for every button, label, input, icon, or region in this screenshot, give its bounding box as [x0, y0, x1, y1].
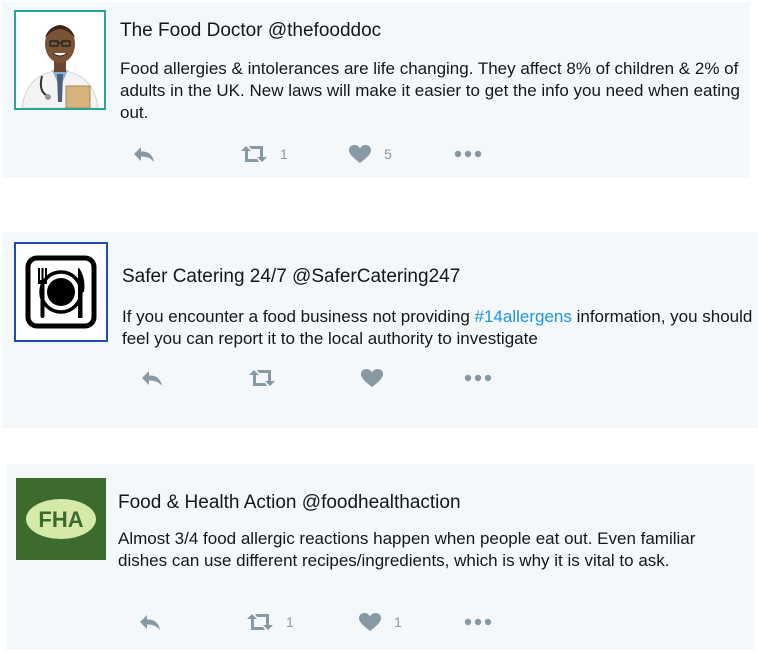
- author-name[interactable]: The Food Doctor: [120, 20, 263, 41]
- tweet-card: Safer Catering 24/7 @SaferCatering247 If…: [2, 232, 758, 428]
- tweet-card: FHA Food & Health Action @foodhealthacti…: [6, 464, 754, 650]
- retweet-button[interactable]: 1: [246, 610, 294, 634]
- author-handle[interactable]: @SaferCatering247: [292, 266, 460, 287]
- heart-icon: [359, 613, 381, 631]
- fha-logo-text: FHA: [38, 507, 83, 532]
- author-handle[interactable]: @foodhealthaction: [302, 492, 461, 513]
- avatar[interactable]: [14, 10, 106, 110]
- retweet-icon: [241, 146, 267, 162]
- doctor-photo-icon: [16, 12, 104, 108]
- retweet-count: 1: [286, 614, 294, 630]
- like-count: 1: [394, 614, 402, 630]
- retweet-button[interactable]: [248, 366, 288, 390]
- avatar[interactable]: [14, 242, 108, 342]
- more-button[interactable]: [464, 610, 492, 634]
- reply-icon: [142, 371, 162, 386]
- like-button[interactable]: 1: [358, 610, 402, 634]
- tweet-text: If you encounter a food business not pro…: [122, 306, 754, 350]
- tweet-text: Food allergies & intolerances are life c…: [120, 59, 740, 122]
- reply-button[interactable]: [132, 142, 156, 166]
- more-button[interactable]: [464, 366, 492, 390]
- tweet-text: Almost 3/4 food allergic reactions happe…: [118, 529, 696, 570]
- retweet-button[interactable]: 1: [240, 142, 288, 166]
- reply-icon: [134, 147, 154, 162]
- more-button[interactable]: [454, 142, 482, 166]
- more-icon: [464, 618, 492, 626]
- heart-icon: [361, 369, 383, 387]
- avatar[interactable]: FHA: [16, 478, 106, 560]
- hashtag-link[interactable]: #14allergens: [475, 307, 572, 326]
- author-name[interactable]: Food & Health Action: [118, 492, 297, 513]
- plate-cutlery-icon: [25, 255, 97, 329]
- tweet-header[interactable]: Food & Health Action @foodhealthaction: [118, 492, 461, 514]
- retweet-count: 1: [280, 146, 288, 162]
- author-name[interactable]: Safer Catering 24/7: [122, 266, 287, 287]
- tweet-text-part: If you encounter a food business not pro…: [122, 307, 475, 326]
- more-icon: [464, 374, 492, 382]
- tweet-header[interactable]: The Food Doctor @thefooddoc: [120, 20, 381, 42]
- more-icon: [454, 150, 482, 158]
- reply-icon: [140, 615, 160, 630]
- like-button[interactable]: 5: [348, 142, 392, 166]
- retweet-icon: [249, 370, 275, 386]
- heart-icon: [349, 145, 371, 163]
- tweet-header[interactable]: Safer Catering 24/7 @SaferCatering247: [122, 266, 460, 288]
- author-handle[interactable]: @thefooddoc: [268, 20, 381, 41]
- like-button[interactable]: [360, 366, 396, 390]
- tweet-card: The Food Doctor @thefooddoc Food allergi…: [2, 2, 750, 178]
- tweet-actions: 1 1: [138, 610, 558, 634]
- tweet-actions: [140, 366, 560, 390]
- reply-button[interactable]: [138, 610, 162, 634]
- fha-logo: FHA: [26, 499, 96, 539]
- reply-button[interactable]: [140, 366, 164, 390]
- like-count: 5: [384, 146, 392, 162]
- tweet-actions: 1 5: [132, 142, 552, 166]
- retweet-icon: [247, 614, 273, 630]
